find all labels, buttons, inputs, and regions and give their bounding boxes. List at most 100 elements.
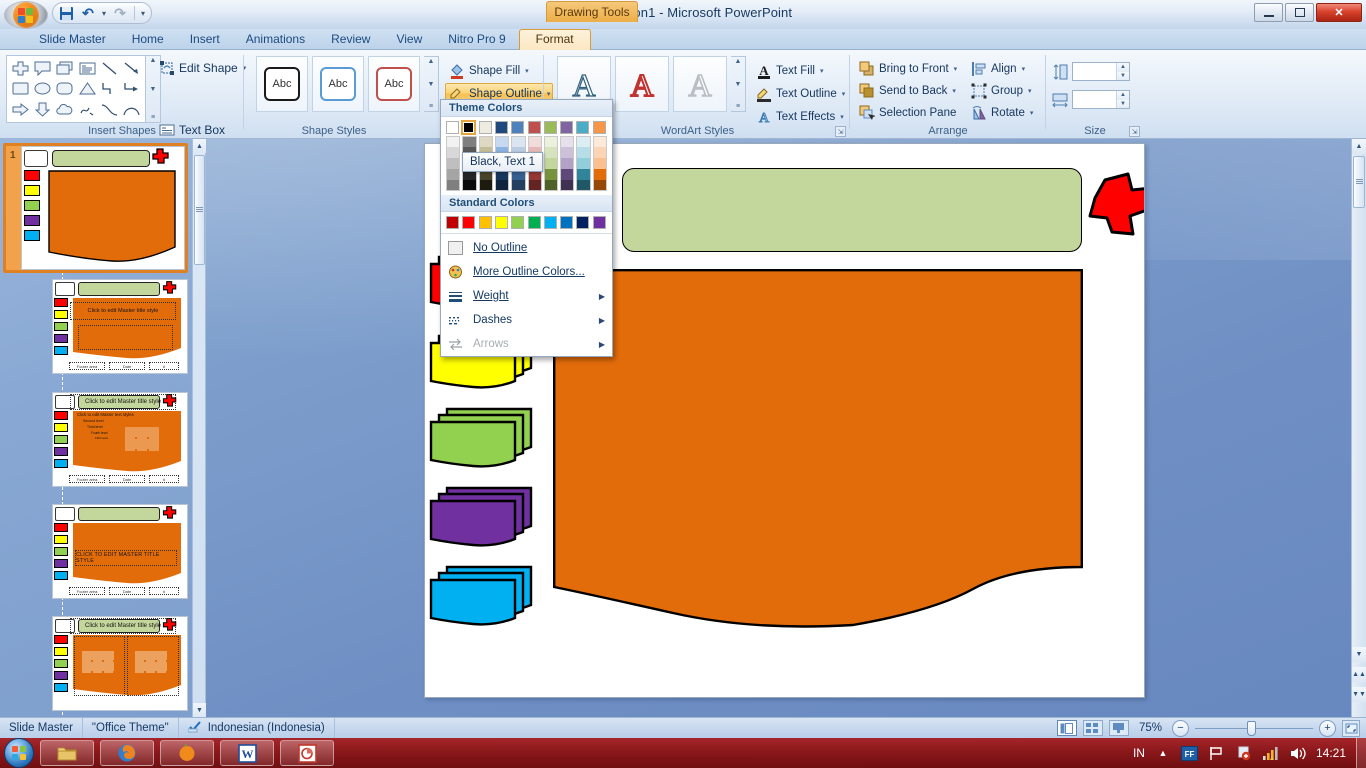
tab-insert[interactable]: Insert bbox=[177, 30, 233, 50]
slide-thumbnail-pane[interactable]: 1 Click to edit Master title style Foote… bbox=[0, 139, 192, 717]
theme-color-accent-4[interactable] bbox=[560, 121, 574, 134]
shape-width-stepper[interactable]: ▲ ▼ bbox=[1116, 91, 1129, 108]
zoom-slider-handle[interactable] bbox=[1247, 720, 1256, 736]
volume-icon[interactable] bbox=[1289, 744, 1307, 762]
wordart-scroll-up-icon[interactable]: ▲ bbox=[735, 58, 742, 65]
theme-color-accent-6[interactable] bbox=[592, 121, 606, 134]
shapes-gallery[interactable] bbox=[6, 55, 146, 123]
thumbnail-layout-1[interactable]: Click to edit Master title style Footer … bbox=[52, 279, 188, 374]
fastfox-tray-icon[interactable]: FF bbox=[1181, 744, 1199, 762]
slide-stack-green[interactable] bbox=[429, 407, 535, 471]
shape-arc-icon[interactable] bbox=[121, 99, 143, 120]
next-slide-button[interactable]: ▼▼ bbox=[1352, 687, 1366, 702]
shape-elbow-arrow-icon[interactable] bbox=[121, 79, 143, 100]
standard-color-green[interactable] bbox=[527, 216, 541, 229]
shape-fill-button[interactable]: Shape Fill ▾ bbox=[446, 60, 532, 81]
standard-color-red[interactable] bbox=[462, 216, 476, 229]
shape-arrow-icon[interactable] bbox=[121, 58, 143, 79]
canvas-scroll-up-button[interactable]: ▲ bbox=[1352, 139, 1366, 154]
thumbnail-scroll-up-button[interactable]: ▲ bbox=[193, 139, 206, 153]
menu-item-more-outline-colors[interactable]: More Outline Colors... bbox=[441, 260, 612, 284]
tray-language-indicator[interactable]: IN bbox=[1133, 746, 1145, 760]
status-theme-name[interactable]: "Office Theme" bbox=[83, 717, 179, 739]
tab-animations[interactable]: Animations bbox=[233, 30, 318, 50]
bring-to-front-button[interactable]: Bring to Front ▾ bbox=[856, 58, 960, 79]
shape-outline-dropdown-menu[interactable]: Theme Colors Standard Colors No Outline … bbox=[440, 99, 613, 357]
shade-column-white[interactable] bbox=[446, 136, 461, 191]
shape-style-preview-2[interactable]: Abc bbox=[312, 56, 364, 112]
theme-colors-row[interactable] bbox=[441, 117, 612, 136]
show-hidden-icons-button[interactable]: ▲ bbox=[1154, 744, 1172, 762]
zoom-out-button[interactable]: − bbox=[1172, 719, 1189, 737]
shape-textbox-icon[interactable] bbox=[76, 58, 98, 79]
theme-color-white[interactable] bbox=[446, 121, 459, 134]
canvas-vertical-scrollbar[interactable]: ▲ ▼ ▲▲ ▼▼ bbox=[1351, 139, 1366, 717]
theme-color-accent-3[interactable] bbox=[543, 121, 557, 134]
text-effects-button[interactable]: A Text Effects ▾ bbox=[753, 106, 847, 127]
shade-column-accent5[interactable] bbox=[576, 136, 591, 191]
rotate-chevron-down-icon[interactable]: ▾ bbox=[1030, 109, 1034, 117]
tab-nitro-pro-9[interactable]: Nitro Pro 9 bbox=[435, 30, 518, 50]
shape-elbow-connector-icon[interactable] bbox=[98, 79, 120, 100]
shape-plus-icon[interactable] bbox=[9, 58, 31, 79]
taskbar-microsoft-powerpoint[interactable] bbox=[280, 740, 334, 766]
shape-height-input[interactable]: ▲ ▼ bbox=[1072, 62, 1130, 81]
tab-review[interactable]: Review bbox=[318, 30, 383, 50]
send-to-back-chevron-down-icon[interactable]: ▾ bbox=[952, 87, 956, 95]
thumbnail-slide-master[interactable] bbox=[21, 146, 185, 270]
group-button[interactable]: Group ▾ bbox=[968, 80, 1034, 101]
tab-home[interactable]: Home bbox=[119, 30, 177, 50]
tab-slide-master[interactable]: Slide Master bbox=[26, 30, 119, 50]
thumbnail-scrollbar-thumb[interactable] bbox=[194, 155, 205, 265]
thumbnail-layout-3[interactable]: CLICK TO EDIT MASTER TITLE STYLE Footer … bbox=[52, 504, 188, 599]
shade-column-accent3[interactable] bbox=[543, 136, 559, 191]
shape-width-input[interactable]: ▲ ▼ bbox=[1072, 90, 1130, 109]
zoom-in-button[interactable]: + bbox=[1319, 719, 1336, 737]
thumbnail-pane-scrollbar[interactable]: ▲ ▼ bbox=[192, 139, 206, 717]
save-button[interactable] bbox=[56, 4, 76, 22]
slide-stack-purple[interactable] bbox=[429, 486, 535, 550]
shape-triangle-icon[interactable] bbox=[76, 79, 98, 100]
undo-dropdown-icon[interactable]: ▾ bbox=[100, 9, 108, 18]
canvas-scroll-down-button[interactable]: ▼ bbox=[1352, 647, 1366, 662]
theme-color-accent-5[interactable] bbox=[576, 121, 590, 134]
shape-style-preview-1[interactable]: Abc bbox=[256, 56, 308, 112]
redo-button[interactable]: ↷ bbox=[110, 4, 130, 22]
wordart-more-icon[interactable]: ≡ bbox=[736, 103, 740, 110]
theme-color-accent-1[interactable] bbox=[511, 121, 525, 134]
shape-styles-scrollbar[interactable]: ▲ ▼ ≡ bbox=[424, 56, 439, 112]
tab-format[interactable]: Format bbox=[518, 29, 591, 50]
slide-stack-blue[interactable] bbox=[429, 565, 535, 629]
text-fill-chevron-down-icon[interactable]: ▾ bbox=[820, 67, 824, 75]
standard-color-purple[interactable] bbox=[592, 216, 606, 229]
shape-cloud-icon[interactable] bbox=[54, 99, 76, 120]
shape-rectangle-icon[interactable] bbox=[9, 79, 31, 100]
standard-colors-row[interactable] bbox=[441, 212, 612, 231]
theme-color-black-text-1[interactable] bbox=[461, 120, 477, 135]
thumbnail-layout-2[interactable]: Click to edit Master title style Click t… bbox=[52, 392, 188, 487]
slide-red-star-shape[interactable] bbox=[1085, 172, 1145, 240]
text-effects-chevron-down-icon[interactable]: ▾ bbox=[840, 113, 844, 121]
canvas-scrollbar-thumb[interactable] bbox=[1353, 156, 1365, 208]
group-chevron-down-icon[interactable]: ▾ bbox=[1028, 87, 1032, 95]
wordart-styles-dialog-launcher[interactable]: ⇲ bbox=[835, 126, 846, 137]
bring-to-front-chevron-down-icon[interactable]: ▾ bbox=[954, 65, 958, 73]
taskbar-microsoft-word[interactable]: W bbox=[220, 740, 274, 766]
send-to-back-button[interactable]: Send to Back ▾ bbox=[856, 80, 959, 101]
menu-item-weight[interactable]: Weight ▶ bbox=[441, 284, 612, 308]
align-chevron-down-icon[interactable]: ▾ bbox=[1022, 65, 1026, 73]
flag-icon[interactable] bbox=[1208, 744, 1226, 762]
shape-line-icon[interactable] bbox=[98, 58, 120, 79]
zoom-slider-track[interactable] bbox=[1195, 720, 1313, 736]
shapes-scroll-down-icon[interactable]: ▼ bbox=[150, 86, 157, 93]
thumbnail-scroll-down-button[interactable]: ▼ bbox=[193, 703, 206, 717]
zoom-percentage[interactable]: 75% bbox=[1139, 722, 1162, 734]
standard-color-blue[interactable] bbox=[560, 216, 574, 229]
standard-color-dark-red[interactable] bbox=[446, 216, 459, 229]
view-button-normal[interactable] bbox=[1056, 720, 1077, 736]
align-button[interactable]: Align ▾ bbox=[968, 58, 1028, 79]
zoom-slider[interactable] bbox=[1195, 720, 1313, 736]
shape-curve-icon[interactable] bbox=[98, 99, 120, 120]
restore-button[interactable] bbox=[1285, 3, 1314, 22]
shape-height-stepper[interactable]: ▲ ▼ bbox=[1116, 63, 1129, 80]
